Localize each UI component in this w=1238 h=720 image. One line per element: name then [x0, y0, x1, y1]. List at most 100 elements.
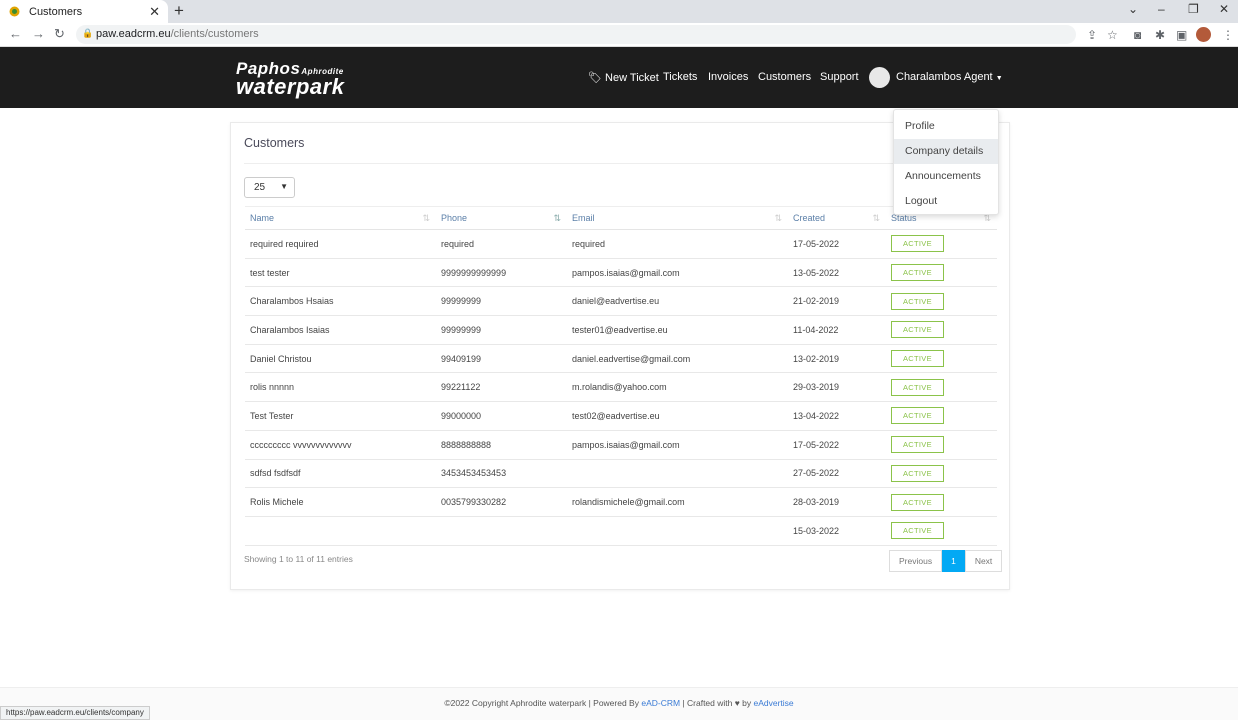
- bookmark-star-icon[interactable]: ☆: [1107, 28, 1118, 42]
- table-row[interactable]: rolis nnnnn 99221122 m.rolandis@yahoo.com 2…: [245, 372, 997, 403]
- table-row[interactable]: Test Tester 99000000 test02@eadvertise.eu 1…: [245, 401, 997, 431]
- caret-down-icon: ▼: [995, 75, 1003, 82]
- sidepanel-icon[interactable]: ▣: [1176, 28, 1187, 42]
- name-cell: test tester: [245, 258, 436, 288]
- email-cell: pampos.isaias@gmail.com: [567, 258, 788, 288]
- table-row[interactable]: Charalambos Hsaias 99999999 daniel@eadvert…: [245, 286, 997, 317]
- tab-title: Customers: [29, 5, 83, 18]
- site-footer: ©2022 Copyright Aphrodite waterpark | Po…: [0, 687, 1238, 720]
- status-cell: ACTIVE: [886, 516, 997, 546]
- status-badge: ACTIVE: [891, 235, 944, 253]
- menu-item-announcements[interactable]: Announcements: [894, 164, 998, 189]
- close-tab-icon[interactable]: ✕: [149, 4, 160, 20]
- sort-asc-icon: ⇅: [553, 213, 561, 223]
- created-cell: 27-05-2022: [788, 459, 886, 489]
- url-host: paw.eadcrm.eu: [96, 28, 171, 40]
- tab-search-icon[interactable]: ⌄: [1128, 2, 1138, 16]
- footer-text-3: by: [739, 698, 754, 708]
- site-logo[interactable]: PaphosAphrodite waterpark: [236, 60, 344, 98]
- email-cell: required: [567, 229, 788, 259]
- status-cell: ACTIVE: [886, 401, 997, 431]
- minimize-icon[interactable]: –: [1158, 2, 1165, 16]
- status-badge: ACTIVE: [891, 522, 944, 540]
- created-cell: 13-05-2022: [788, 258, 886, 288]
- menu-item-profile[interactable]: Profile: [894, 114, 998, 139]
- invoices-link[interactable]: Invoices: [708, 71, 748, 83]
- footer-text-2: | Crafted with: [680, 698, 735, 708]
- email-cell: m.rolandis@yahoo.com: [567, 372, 788, 403]
- created-cell: 11-04-2022: [788, 315, 886, 345]
- browser-tab[interactable]: Customers ✕: [0, 0, 168, 23]
- created-cell: 13-04-2022: [788, 401, 886, 431]
- created-cell: 21-02-2019: [788, 286, 886, 317]
- sort-icon: ⇅: [422, 213, 430, 223]
- page-title: Customers: [244, 136, 305, 150]
- back-icon[interactable]: ←: [9, 26, 22, 41]
- close-window-icon[interactable]: ✕: [1219, 2, 1229, 16]
- status-bar-url: https://paw.eadcrm.eu/clients/company: [0, 706, 150, 720]
- status-cell: ACTIVE: [886, 315, 997, 345]
- col-name-label: Name: [250, 213, 275, 223]
- previous-button[interactable]: Previous: [889, 550, 943, 572]
- table-row[interactable]: 15-03-2022 ACTIVE: [245, 516, 997, 546]
- name-cell: Test Tester: [245, 401, 436, 431]
- table-row[interactable]: sdfsd fsdfsdf 3453453453453 27-05-2022 ACTI…: [245, 459, 997, 489]
- reload-icon[interactable]: ↻: [54, 26, 65, 42]
- menu-item-company-details[interactable]: Company details: [894, 139, 998, 164]
- phone-cell: 99409199: [436, 344, 567, 374]
- table-row[interactable]: ccccccccc vvvvvvvvvvvvv 8888888888 pampos.…: [245, 430, 997, 460]
- name-cell: Daniel Christou: [245, 344, 436, 374]
- email-cell: [567, 516, 788, 546]
- customers-link[interactable]: Customers: [758, 71, 811, 83]
- col-email[interactable]: Email ⇅: [567, 206, 788, 230]
- support-link[interactable]: Support: [820, 71, 859, 83]
- status-badge: ACTIVE: [891, 378, 944, 396]
- menu-kebab-icon[interactable]: ⋮: [1222, 28, 1234, 42]
- ead-crm-link[interactable]: eAD-CRM: [641, 698, 680, 708]
- status-badge: ACTIVE: [891, 292, 944, 310]
- email-cell: tester01@eadvertise.eu: [567, 315, 788, 345]
- camera-icon[interactable]: ◙: [1134, 28, 1141, 42]
- new-ticket-link[interactable]: 🏷 New Ticket: [588, 71, 659, 84]
- name-cell: Rolis Michele: [245, 487, 436, 517]
- phone-cell: 99221122: [436, 372, 567, 403]
- status-cell: ACTIVE: [886, 258, 997, 288]
- created-cell: 13-02-2019: [788, 344, 886, 374]
- eadvertise-link[interactable]: eAdvertise: [753, 698, 793, 708]
- phone-cell: 0035799330282: [436, 487, 567, 517]
- status-badge: ACTIVE: [891, 264, 944, 282]
- user-avatar[interactable]: [869, 67, 890, 88]
- table-row[interactable]: Rolis Michele 0035799330282 rolandismichel…: [245, 487, 997, 517]
- name-cell: Charalambos Isaias: [245, 315, 436, 345]
- table-row[interactable]: Charalambos Isaias 99999999 tester01@eadve…: [245, 315, 997, 345]
- status-badge: ACTIVE: [891, 436, 944, 454]
- page-size-select[interactable]: 25 ▼: [244, 177, 295, 198]
- forward-icon[interactable]: →: [32, 26, 45, 41]
- email-cell: daniel@eadvertise.eu: [567, 286, 788, 317]
- next-button[interactable]: Next: [964, 550, 1003, 572]
- email-cell: rolandismichele@gmail.com: [567, 487, 788, 517]
- status-cell: ACTIVE: [886, 430, 997, 460]
- extensions-icon[interactable]: ✱: [1155, 28, 1165, 42]
- profile-avatar[interactable]: [1196, 27, 1211, 42]
- created-cell: 29-03-2019: [788, 372, 886, 403]
- site-header: PaphosAphrodite waterpark 🏷 New Ticket T…: [0, 47, 1238, 108]
- menu-item-logout[interactable]: Logout: [894, 189, 998, 214]
- table-row[interactable]: test tester 9999999999999 pampos.isaias@gm…: [245, 258, 997, 288]
- tickets-link[interactable]: Tickets: [663, 71, 697, 83]
- col-phone[interactable]: Phone ⇅: [436, 206, 567, 230]
- user-menu-toggle[interactable]: Charalambos Agent ▼: [896, 71, 1003, 83]
- col-created[interactable]: Created ⇅: [788, 206, 886, 230]
- phone-cell: 3453453453453: [436, 459, 567, 489]
- url-field[interactable]: 🔒 paw.eadcrm.eu/clients/customers: [76, 25, 1076, 44]
- browser-tabbar: Customers ✕ + ⌄ – ❐ ✕: [0, 0, 1238, 23]
- status-cell: ACTIVE: [886, 344, 997, 374]
- restore-icon[interactable]: ❐: [1188, 2, 1199, 16]
- col-name[interactable]: Name ⇅: [245, 206, 436, 230]
- new-tab-button[interactable]: +: [174, 1, 184, 21]
- table-row[interactable]: Daniel Christou 99409199 daniel.eadvertise…: [245, 344, 997, 374]
- share-icon[interactable]: ⇪: [1087, 28, 1097, 42]
- created-cell: 15-03-2022: [788, 516, 886, 546]
- table-row[interactable]: required required required required 17-05-2…: [245, 229, 997, 259]
- page-1-button[interactable]: 1: [942, 550, 965, 572]
